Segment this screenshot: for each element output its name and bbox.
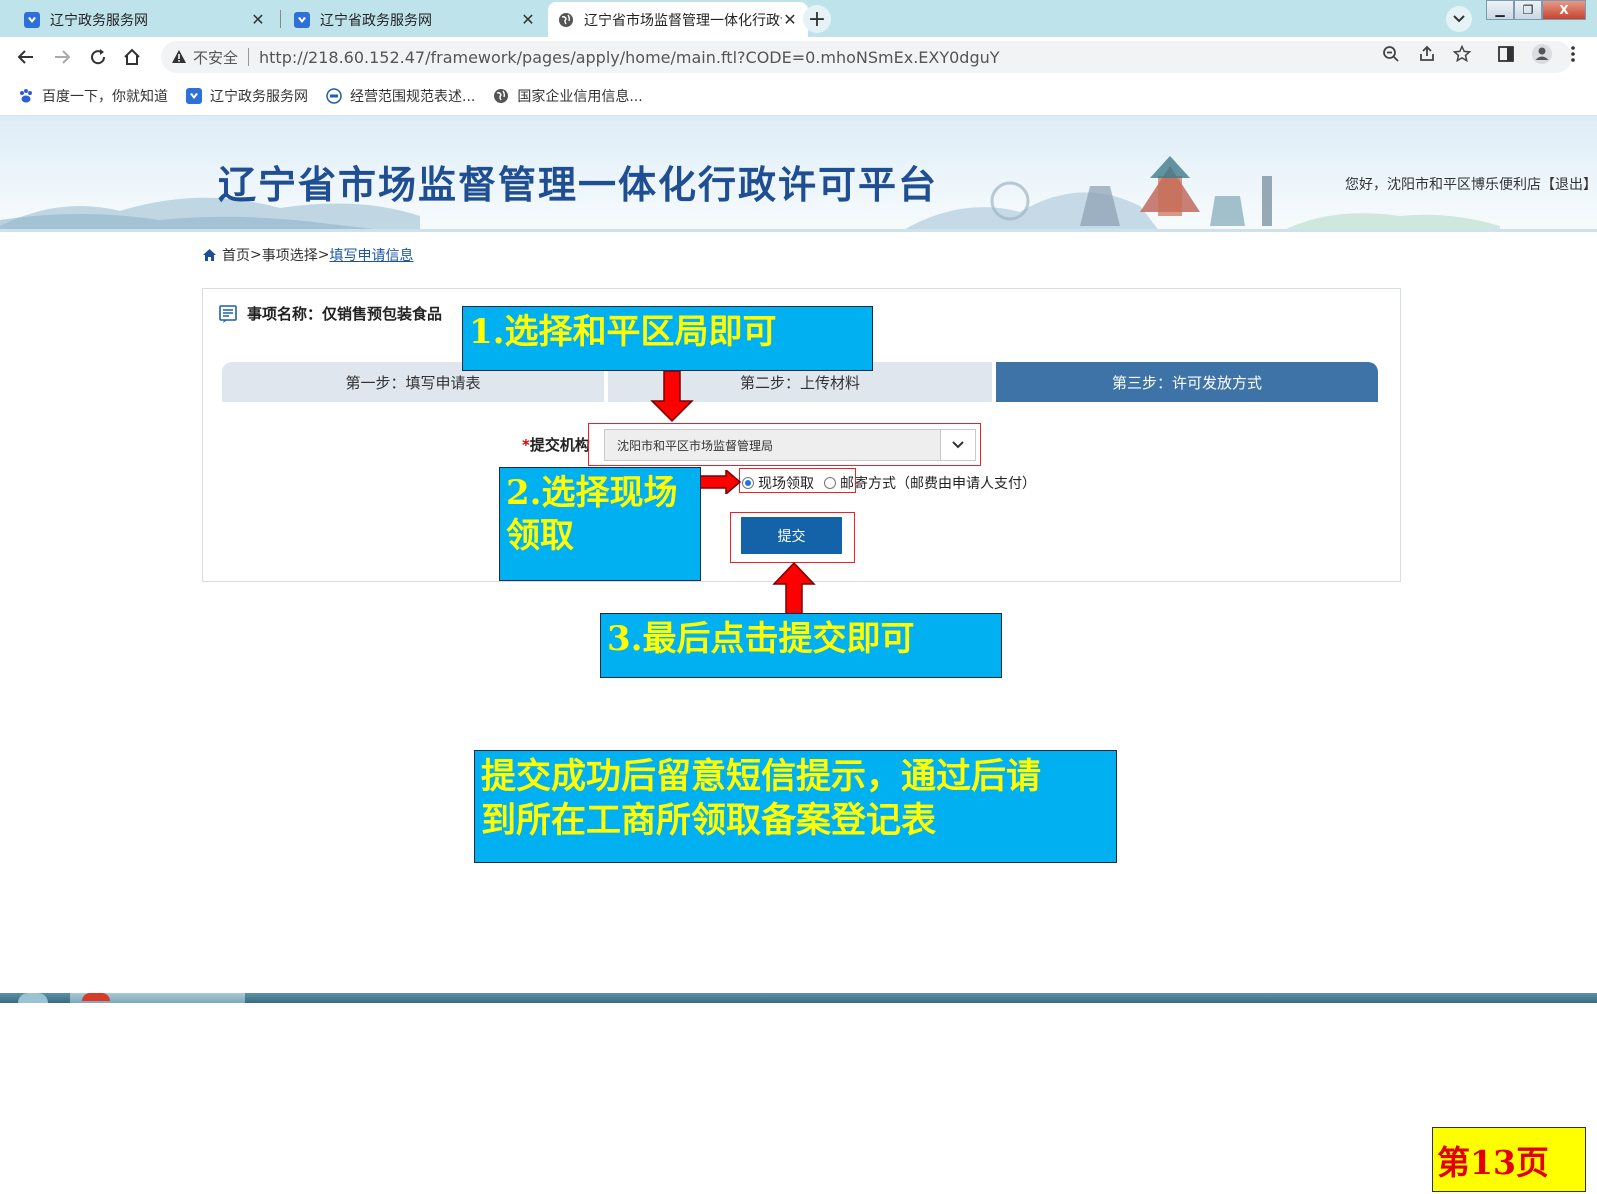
bookmarks-bar: 百度一下，你就知道 辽宁政务服务网 经营范围规范表述... 国家企业信用信息..… <box>0 77 1597 116</box>
highlight-pickup-radio <box>739 468 856 493</box>
breadcrumb-current[interactable]: 填写申请信息 <box>329 245 413 265</box>
breadcrumb-item[interactable]: 事项选择 <box>262 245 318 265</box>
home-button[interactable] <box>120 45 144 69</box>
zoom-out-icon[interactable] <box>1382 45 1400 63</box>
minimize-button[interactable]: ▁ <box>1486 0 1514 20</box>
maximize-button[interactable]: ❐ <box>1514 0 1542 20</box>
arrow-right-icon <box>700 470 742 494</box>
badge-icon <box>326 88 342 104</box>
annotation-step-1: 1.选择和平区局即可 <box>462 306 873 371</box>
profile-avatar-icon[interactable] <box>1531 43 1553 65</box>
gov-service-icon <box>24 11 40 28</box>
tab-title: 辽宁省政务服务网 <box>320 12 432 29</box>
close-icon[interactable]: ✕ <box>782 10 798 29</box>
baidu-paw-icon <box>18 88 34 104</box>
annotation-line: 2.选择现场 <box>506 473 678 513</box>
browser-tab[interactable]: 辽宁政务服务网 ✕ <box>14 2 276 37</box>
gov-service-icon <box>186 88 202 104</box>
site-banner: 辽宁省市场监督管理一体化行政许可平台 您好，沈阳市和平区博乐便利店【退出】 <box>0 116 1597 232</box>
breadcrumb-home[interactable]: 首页 <box>222 245 250 265</box>
forward-button[interactable] <box>50 45 74 69</box>
required-mark: * <box>522 436 530 454</box>
browser-tab-active[interactable]: 辽宁省市场监督管理一体化行政许 ✕ <box>548 2 808 37</box>
window-close-button[interactable]: X <box>1542 0 1586 20</box>
divider <box>248 48 250 66</box>
reload-icon <box>91 49 106 65</box>
bookmark-label: 经营范围规范表述... <box>350 89 476 105</box>
site-title: 辽宁省市场监督管理一体化行政许可平台 <box>218 162 939 207</box>
annotation-step-3: 3.最后点击提交即可 <box>600 613 1002 678</box>
arrow-up-icon <box>772 562 816 614</box>
bookmark-item[interactable]: 经营范围规范表述... <box>326 86 475 106</box>
annotation-line: 领取 <box>506 515 574 556</box>
bookmark-label: 百度一下，你就知道 <box>42 89 168 105</box>
org-label-text: 提交机构 <box>529 436 590 454</box>
breadcrumb-separator: > <box>317 247 330 263</box>
highlight-org-select <box>588 423 981 466</box>
item-name-text: 事项名称：仅销售预包装食品 <box>247 305 443 323</box>
star-icon[interactable] <box>1453 45 1471 63</box>
close-icon[interactable]: ✕ <box>250 10 266 29</box>
window-controls: ▁ ❐ X <box>1486 0 1586 20</box>
tab-search-button[interactable] <box>1446 6 1472 32</box>
bookmark-item[interactable]: 辽宁政务服务网 <box>186 86 308 106</box>
breadcrumb: 首页 > 事项选择 > 填写申请信息 <box>202 245 413 265</box>
arrow-left-icon <box>17 50 33 64</box>
gov-service-icon <box>294 11 310 28</box>
reload-button[interactable] <box>86 45 110 69</box>
app-icon <box>82 993 110 1001</box>
home-icon <box>203 249 216 261</box>
annotation-line: 提交成功后留意短信提示，通过后请 <box>481 756 1042 797</box>
address-bar[interactable]: 不安全 http://218.60.152.47/framework/pages… <box>161 41 1572 73</box>
tab-title: 辽宁省市场监督管理一体化行政许 <box>584 12 782 29</box>
tab-divider <box>280 10 281 28</box>
url-text[interactable]: http://218.60.152.47/framework/pages/app… <box>259 48 1000 67</box>
document-icon <box>219 304 237 323</box>
tab-title: 辽宁政务服务网 <box>50 12 148 29</box>
start-button[interactable] <box>18 993 48 1003</box>
radio-label: 邮寄方式（邮费由申请人支付） <box>840 476 1036 492</box>
globe-icon <box>559 12 573 27</box>
annotation-note: 提交成功后留意短信提示，通过后请 到所在工商所领取备案登记表 <box>474 750 1117 863</box>
step-3-active[interactable]: 第三步：许可发放方式 <box>996 362 1378 402</box>
breadcrumb-separator: > <box>250 247 262 263</box>
bookmark-item[interactable]: 百度一下，你就知道 <box>18 86 168 106</box>
bookmark-label: 辽宁政务服务网 <box>210 89 308 105</box>
item-name: 事项名称：仅销售预包装食品 <box>218 303 442 324</box>
home-icon <box>124 48 140 65</box>
close-icon[interactable]: ✕ <box>520 10 536 29</box>
annotation-step-2: 2.选择现场 领取 <box>499 467 701 581</box>
os-taskbar <box>0 993 1597 1003</box>
annotation-line: 到所在工商所领取备案登记表 <box>481 799 937 841</box>
security-label: 不安全 <box>193 48 239 67</box>
user-greeting[interactable]: 您好，沈阳市和平区博乐便利店【退出】 <box>1345 174 1597 194</box>
arrow-right-icon <box>55 50 71 64</box>
arrow-down-icon <box>650 371 694 423</box>
menu-dots-icon[interactable] <box>1570 45 1576 63</box>
share-icon[interactable] <box>1418 45 1436 63</box>
org-label: *提交机构 <box>522 434 590 455</box>
bookmark-label: 国家企业信用信息... <box>517 89 643 105</box>
browser-tab[interactable]: 辽宁省政务服务网 ✕ <box>284 2 546 37</box>
new-tab-button[interactable]: + <box>803 5 831 33</box>
warning-icon <box>172 50 186 63</box>
globe-icon <box>493 88 509 104</box>
browser-toolbar: 不安全 http://218.60.152.47/framework/pages… <box>0 37 1597 77</box>
bookmark-item[interactable]: 国家企业信用信息... <box>493 86 643 106</box>
browser-tab-bar: 辽宁政务服务网 ✕ 辽宁省政务服务网 ✕ 辽宁省市场监督管理一体化行政许 ✕ +… <box>0 0 1597 37</box>
page-number-label: 第13页 <box>1432 1127 1586 1192</box>
highlight-submit-button <box>730 512 855 563</box>
back-button[interactable] <box>14 45 38 69</box>
side-panel-icon[interactable] <box>1497 45 1515 63</box>
chevron-down-icon <box>1453 15 1465 23</box>
